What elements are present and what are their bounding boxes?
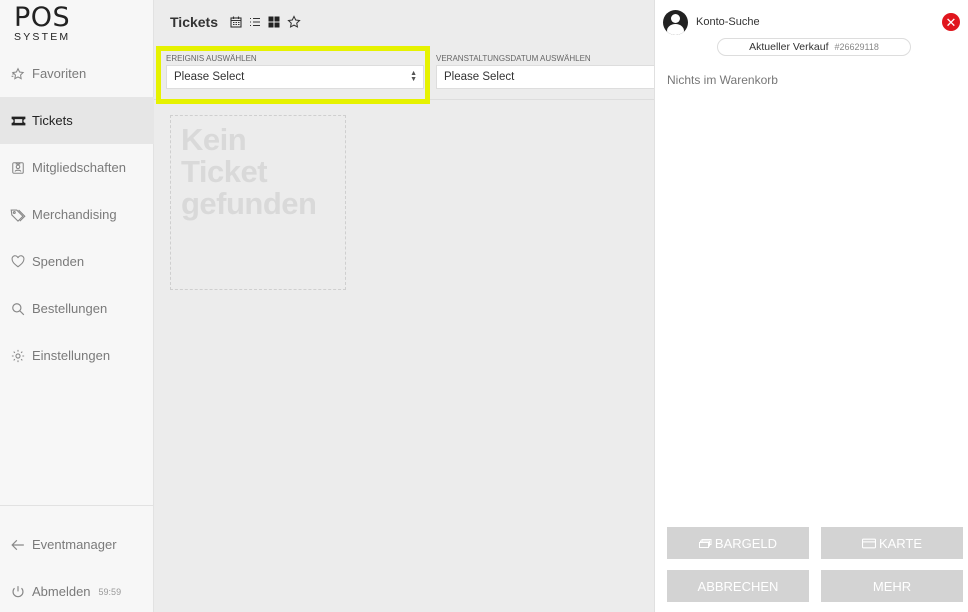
grid-icon[interactable]	[268, 16, 280, 28]
sidebar-item-label: Bestellungen	[32, 301, 108, 316]
sidebar-item-tickets[interactable]: Tickets	[0, 97, 154, 144]
main-header: Tickets	[154, 0, 654, 44]
sidebar-item-eventmanager[interactable]: Eventmanager	[0, 521, 154, 568]
sidebar-item-einstellungen[interactable]: Einstellungen	[0, 332, 154, 379]
cash-button-label: BARGELD	[714, 535, 778, 551]
event-select[interactable]: Please Select ▲ ▼	[166, 65, 424, 89]
more-button[interactable]: MEHR	[821, 570, 963, 602]
star-icon	[10, 66, 26, 82]
sidebar-item-label: Favoriten	[32, 66, 87, 81]
date-filter-label: VERANSTALTUNGSDATUM AUSWÄHLEN	[436, 54, 591, 63]
current-sale-badge: Aktueller Verkauf #26629118	[717, 38, 911, 56]
select-arrows-icon: ▲ ▼	[410, 70, 417, 83]
sidebar-item-label: Abmelden	[32, 584, 91, 599]
sidebar-item-favoriten[interactable]: Favoriten	[0, 50, 154, 97]
sidebar-bottom: Eventmanager Abmelden 59:59	[0, 505, 154, 612]
sale-number: #26629118	[834, 42, 879, 52]
sidebar-nav: Favoriten Tickets Mitgliedschaften Merch…	[0, 50, 154, 379]
heart-icon	[10, 254, 26, 270]
sidebar-item-mitgliedschaften[interactable]: Mitgliedschaften	[0, 144, 154, 191]
account-search-label: Konto-Suche	[696, 16, 760, 28]
calendar-icon[interactable]	[230, 16, 242, 28]
credit-card-icon	[861, 538, 876, 549]
sidebar-item-spenden[interactable]: Spenden	[0, 238, 154, 285]
star-outline-icon[interactable]	[287, 15, 301, 29]
arrow-left-icon	[10, 537, 26, 553]
main-area: Tickets EREIGNIS AUSWÄHLEN Please Select…	[154, 0, 656, 612]
list-icon[interactable]	[249, 16, 261, 28]
sidebar-item-abmelden[interactable]: Abmelden 59:59	[0, 568, 154, 612]
ticket-icon	[10, 113, 26, 129]
sidebar-item-label: Einstellungen	[32, 348, 111, 363]
user-icon	[663, 9, 688, 35]
empty-cart-text: Nichts im Warenkorb	[667, 73, 778, 87]
sidebar-item-merchandising[interactable]: Merchandising	[0, 191, 154, 238]
card-button[interactable]: KARTE	[821, 527, 963, 559]
session-timer: 59:59	[98, 586, 122, 597]
close-icon[interactable]: ✕	[942, 13, 960, 31]
empty-text-line2: gefunden	[181, 186, 317, 221]
empty-text-line1: Kein Ticket	[181, 122, 268, 189]
event-filter: EREIGNIS AUSWÄHLEN Please Select ▲ ▼	[166, 54, 424, 89]
sidebar: POS SYSTEM Favoriten Tickets Mitgliedsch…	[0, 0, 154, 612]
sidebar-item-label: Tickets	[32, 113, 73, 128]
cart-panel: Konto-Suche ✕ Aktueller Verkauf #2662911…	[654, 0, 968, 612]
cash-icon	[698, 538, 712, 549]
sale-label: Aktueller Verkauf	[749, 41, 829, 53]
power-icon	[10, 584, 26, 600]
logo: POS SYSTEM	[14, 4, 84, 43]
page-title: Tickets	[170, 14, 218, 30]
card-button-label: KARTE	[878, 535, 923, 551]
sidebar-item-label: Mitgliedschaften	[32, 160, 126, 175]
member-card-icon	[10, 160, 26, 176]
sidebar-item-bestellungen[interactable]: Bestellungen	[0, 285, 154, 332]
event-filter-label: EREIGNIS AUSWÄHLEN	[166, 54, 257, 63]
date-select[interactable]: Please Select	[436, 65, 656, 89]
date-select-value: Please Select	[444, 71, 515, 83]
date-filter: VERANSTALTUNGSDATUM AUSWÄHLEN Please Sel…	[436, 54, 656, 89]
cancel-button[interactable]: ABBRECHEN	[667, 570, 809, 602]
sidebar-item-label: Spenden	[32, 254, 85, 269]
gear-icon	[10, 348, 26, 364]
tag-icon	[10, 207, 26, 223]
event-select-value: Please Select	[174, 71, 245, 83]
filter-bar: EREIGNIS AUSWÄHLEN Please Select ▲ ▼ VERA…	[154, 44, 656, 104]
search-icon	[10, 301, 26, 317]
sidebar-item-label: Merchandising	[32, 207, 117, 222]
sidebar-item-label: Eventmanager	[32, 537, 117, 552]
cash-button[interactable]: BARGELD	[667, 527, 809, 559]
logo-subtext: SYSTEM	[14, 31, 71, 43]
logo-text: POS	[14, 2, 71, 33]
empty-tickets-placeholder: Kein Ticket gefunden	[170, 115, 346, 290]
